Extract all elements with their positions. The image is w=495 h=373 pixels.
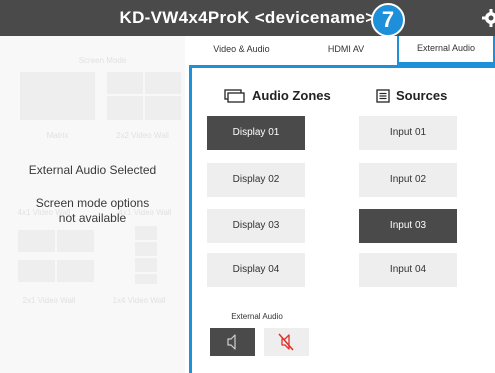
gear-icon[interactable]	[481, 8, 495, 28]
source-input-01-button[interactable]: Input 01	[359, 116, 457, 150]
mute-button[interactable]	[264, 328, 309, 356]
source-input-03-button[interactable]: Input 03	[359, 209, 457, 243]
tab-video-audio[interactable]: Video & Audio	[189, 36, 294, 62]
wall-2x2-preview-tile	[107, 72, 143, 94]
zone-display-02-button[interactable]: Display 02	[207, 163, 305, 197]
zone-display-04-button[interactable]: Display 04	[207, 253, 305, 287]
tab-hdmi-av[interactable]: HDMI AV	[300, 36, 392, 62]
source-input-02-button[interactable]: Input 02	[359, 163, 457, 197]
wall-preview-tile	[135, 226, 157, 240]
speaker-button[interactable]	[210, 328, 255, 356]
audio-zones-heading-text: Audio Zones	[252, 88, 331, 103]
mode-label-2x2-wall: 2x2 Video Wall	[116, 131, 169, 140]
display-icon	[224, 89, 245, 103]
wall-preview-tile	[135, 242, 157, 256]
external-audio-label: External Audio	[231, 312, 283, 321]
sources-heading: Sources	[376, 88, 447, 104]
screen-mode-notice-line2: not available	[58, 211, 127, 225]
wall-preview-tile	[135, 274, 157, 284]
sources-list-icon	[376, 89, 390, 103]
screen-mode-label: Screen Mode	[78, 56, 127, 65]
wall-preview-tile	[18, 230, 55, 252]
step-callout-badge: 7	[371, 3, 405, 37]
external-audio-status: External Audio Selected	[28, 163, 157, 177]
matrix-mode-preview	[20, 72, 95, 120]
wall-2x2-preview-tile	[145, 96, 181, 120]
wall-2x2-preview-tile	[107, 96, 143, 120]
wall-2x2-preview-tile	[145, 72, 181, 94]
speaker-icon	[227, 334, 236, 350]
wall-preview-tile	[135, 258, 157, 272]
source-input-04-button[interactable]: Input 04	[359, 253, 457, 287]
tab-external-audio[interactable]: External Audio	[397, 36, 495, 65]
mode-label-matrix: Matrix	[46, 131, 69, 140]
zone-display-03-button[interactable]: Display 03	[207, 209, 305, 243]
wall-preview-tile	[57, 230, 94, 252]
app-title: KD-VW4x4ProK <devicename>	[119, 8, 376, 27]
mode-label-1x4-wall: 1x4 Video Wall	[112, 296, 166, 305]
zone-display-01-button[interactable]: Display 01	[207, 116, 305, 150]
wall-preview-tile	[18, 260, 55, 282]
screen-mode-notice-line1: Screen mode options	[35, 196, 150, 210]
audio-zones-heading: Audio Zones	[224, 88, 331, 104]
mute-icon	[278, 333, 294, 351]
sources-heading-text: Sources	[396, 88, 448, 103]
mode-label-2x1-wall: 2x1 Video Wall	[22, 296, 76, 305]
wall-preview-tile	[57, 260, 94, 282]
